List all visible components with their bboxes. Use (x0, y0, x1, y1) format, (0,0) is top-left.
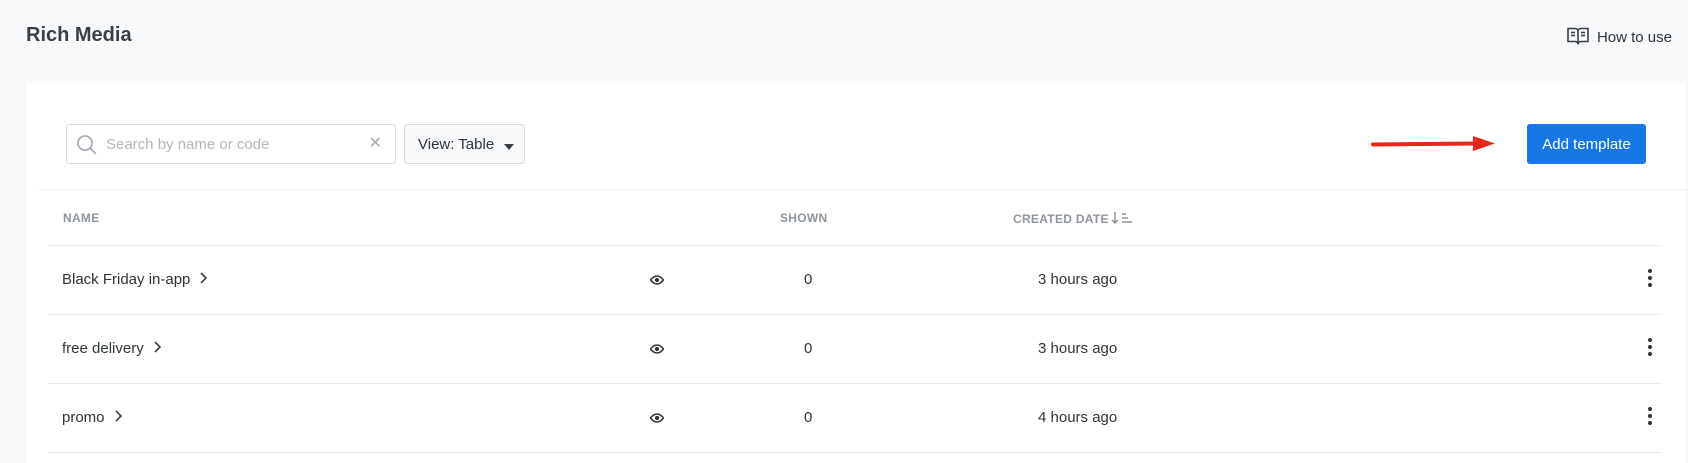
search-input[interactable] (106, 133, 356, 155)
table-row: promo 0 4 hours ago (48, 383, 1662, 452)
page-header: Rich Media How to use (0, 0, 1688, 83)
how-to-use-label: How to use (1596, 29, 1672, 46)
templates-card: ✕ View: Table Add template NAME SHOWN CR… (26, 83, 1686, 463)
search-icon (76, 134, 98, 161)
chevron-right-icon (200, 271, 208, 288)
divider (38, 189, 1686, 190)
column-header-shown: SHOWN (780, 211, 828, 225)
row-shown: 0 (804, 271, 813, 288)
view-select-label: View: Table (418, 135, 495, 153)
row-created-date: 3 hours ago (1038, 340, 1118, 357)
row-name: Black Friday in-app (62, 271, 191, 288)
table-row: free delivery 0 3 hours ago (48, 314, 1662, 383)
chevron-right-icon (154, 340, 161, 357)
row-name: promo (62, 409, 105, 426)
chevron-right-icon (114, 409, 122, 426)
row-name-link[interactable]: Black Friday in-app (62, 271, 208, 288)
preview-eye-icon[interactable] (649, 341, 665, 359)
divider (48, 452, 1662, 453)
how-to-use-link[interactable]: How to use (1567, 26, 1672, 49)
caret-down-icon (504, 137, 515, 154)
row-created-date: 3 hours ago (1038, 271, 1118, 288)
column-header-name: NAME (63, 211, 100, 225)
row-name-link[interactable]: promo (62, 409, 122, 426)
preview-eye-icon[interactable] (649, 410, 665, 428)
search-field[interactable]: ✕ (66, 124, 396, 164)
book-icon (1567, 26, 1589, 49)
page-title: Rich Media (26, 24, 132, 46)
row-created-date: 4 hours ago (1038, 409, 1118, 426)
add-template-button[interactable]: Add template (1527, 124, 1646, 164)
more-vertical-icon[interactable] (1647, 406, 1653, 431)
row-shown: 0 (804, 409, 813, 426)
annotation-arrow-icon (1371, 132, 1497, 161)
view-select[interactable]: View: Table (404, 124, 525, 164)
more-vertical-icon[interactable] (1647, 337, 1653, 362)
row-shown: 0 (804, 340, 813, 357)
sort-descending-icon (1111, 211, 1133, 227)
row-name-link[interactable]: free delivery (62, 340, 161, 357)
preview-eye-icon[interactable] (649, 272, 665, 290)
table-row: Black Friday in-app 0 3 hours ago (48, 245, 1662, 314)
row-name: free delivery (62, 340, 144, 357)
column-header-created-date[interactable]: CREATED DATE (1013, 211, 1133, 227)
more-vertical-icon[interactable] (1647, 268, 1653, 293)
column-header-created-label: CREATED DATE (1013, 212, 1109, 226)
clear-search-icon[interactable]: ✕ (369, 135, 382, 153)
